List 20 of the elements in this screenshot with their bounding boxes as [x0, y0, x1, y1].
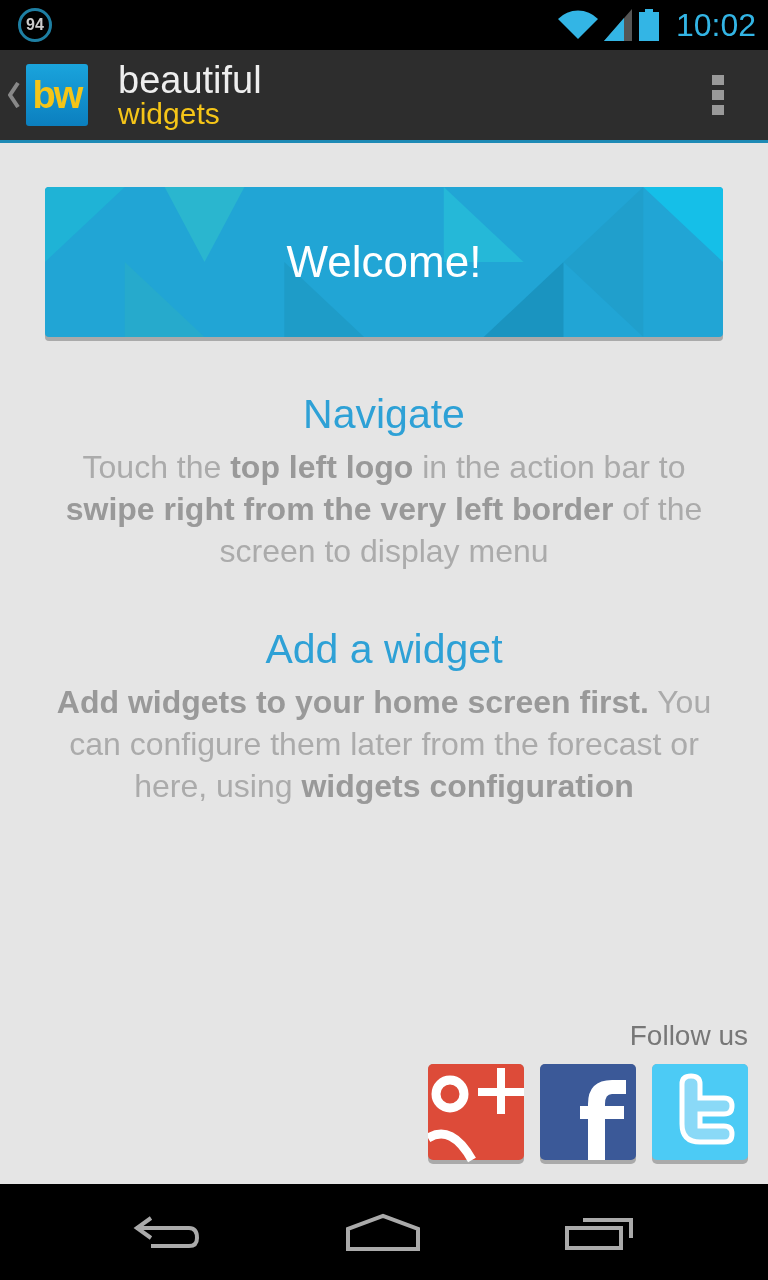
welcome-title: Welcome!: [286, 237, 482, 287]
back-icon[interactable]: [132, 1214, 201, 1250]
section-text: Touch the top left logo in the action bar to swipe right from the very left border of the screen to display menu: [64, 448, 704, 571]
battery-percent-badge: 94: [18, 8, 52, 42]
google-plus-icon[interactable]: [428, 1064, 524, 1164]
overflow-menu-icon[interactable]: [712, 75, 724, 115]
clock-time: 10:02: [675, 6, 756, 44]
back-chevron-icon: [8, 82, 20, 108]
follow-label: Follow us: [629, 1020, 748, 1052]
battery-icon: [637, 9, 660, 41]
signal-icon: [603, 9, 632, 41]
facebook-icon[interactable]: [540, 1064, 636, 1164]
wifi-icon: [557, 9, 598, 41]
section-heading: Add a widget: [265, 626, 503, 673]
home-icon[interactable]: [346, 1213, 420, 1251]
app-subtitle: widgets: [118, 99, 221, 129]
section-text: Add widgets to your home screen first. You can configure them later from the forecast or here, using widgets configuration: [55, 683, 713, 806]
app-logo[interactable]: bw: [26, 64, 88, 126]
section-heading: Navigate: [303, 391, 465, 438]
app-title: beautiful: [118, 61, 262, 99]
